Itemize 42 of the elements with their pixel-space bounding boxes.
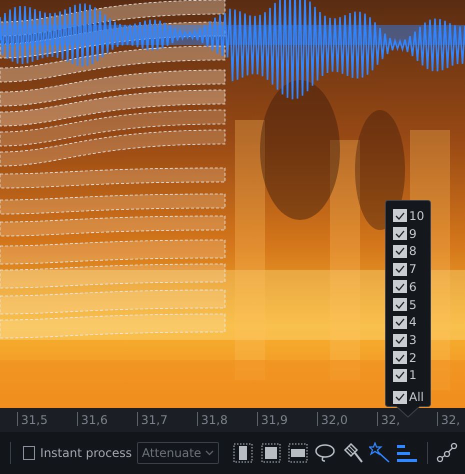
harmonic-menu-item[interactable]: 4: [393, 313, 430, 332]
checkbox[interactable]: [393, 280, 407, 294]
harmonic-menu-item[interactable]: All: [393, 388, 430, 406]
instant-process-label: Instant process: [40, 446, 132, 460]
checkbox[interactable]: [393, 368, 407, 382]
frequency-selection-icon: [288, 443, 308, 463]
time-ruler-label: 31,8: [197, 412, 257, 426]
time-ruler-label: 31,9: [257, 412, 317, 426]
checkbox[interactable]: [393, 351, 407, 364]
harmonic-menu-item[interactable]: 10: [393, 207, 430, 225]
harmonic-menu-item[interactable]: 1: [393, 366, 430, 384]
checkbox[interactable]: [393, 262, 407, 276]
caret-icon: [205, 450, 214, 456]
harmonic-menu-item[interactable]: 2: [393, 348, 430, 367]
time-ruler-label: 31,5: [17, 412, 77, 426]
harmonic-selection-icon: [396, 443, 418, 463]
checkbox[interactable]: [393, 334, 407, 346]
brush-icon: [342, 442, 364, 464]
checkbox[interactable]: [393, 227, 407, 240]
harmonic-menu-item[interactable]: 7: [393, 260, 430, 278]
harmonic-menu-item[interactable]: 9: [393, 224, 430, 242]
instant-process-checkbox[interactable]: [22, 446, 36, 460]
time-ruler-label: 31,7: [137, 412, 197, 426]
time-selection-icon: [233, 443, 254, 463]
harmonic-menu-item[interactable]: 5: [393, 296, 430, 314]
time-ruler-label: 31,6: [77, 412, 137, 426]
node-path-icon: [436, 442, 458, 464]
harmonic-menu-item[interactable]: 6: [393, 278, 430, 296]
checkbox[interactable]: [393, 209, 407, 222]
spectrogram-drawing[interactable]: [0, 0, 465, 408]
harmonic-menu-item[interactable]: 3: [393, 331, 430, 349]
checkbox[interactable]: [393, 298, 407, 312]
checkbox[interactable]: [393, 244, 407, 258]
mode-dropdown[interactable]: Attenuate: [136, 442, 220, 464]
checkbox[interactable]: [393, 316, 407, 329]
harmonic-menu-item[interactable]: 8: [393, 242, 430, 260]
rectangle-selection-icon: [260, 443, 281, 463]
lasso-icon: [314, 443, 336, 463]
time-ruler-label: 32,: [437, 412, 465, 426]
checkbox[interactable]: [393, 390, 407, 404]
magic-wand-icon: [368, 442, 391, 464]
time-ruler-label: 32,0: [317, 412, 377, 426]
